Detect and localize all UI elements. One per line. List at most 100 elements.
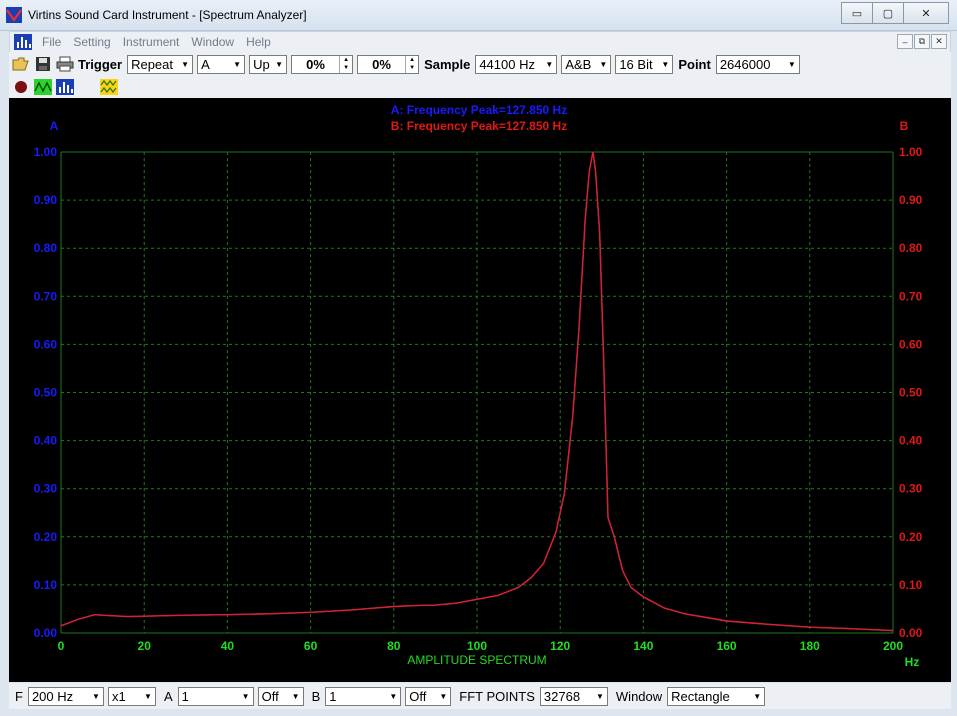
channel-b-offset-select[interactable]: Off ▼ — [405, 686, 452, 706]
window-function-select[interactable]: Rectangle ▼ — [667, 686, 766, 706]
spectrum-chart: 0 20 40 60 80 100 120 140 160 180 2000.00 0.000.10 0… — [34, 103, 923, 669]
series-line-b — [60, 151, 894, 632]
channel-a-offset-select[interactable]: Off ▼ — [257, 686, 304, 706]
trigger-edge-select[interactable]: Up ▼ — [249, 54, 288, 74]
y-tick-label-left: 0.50 — [34, 386, 58, 400]
y-tick-label-left: 0.90 — [34, 193, 58, 207]
left-axis-label: A — [50, 119, 59, 133]
window-function-value: Rectangle — [671, 688, 730, 704]
channel-a-scale-value: 1 — [181, 688, 189, 704]
trigger-channel-value: A — [201, 56, 210, 72]
fft-points-label: FFT POINTS — [459, 688, 535, 704]
y-tick-label-right: 0.60 — [899, 337, 923, 351]
x-tick-label: 180 — [800, 639, 820, 653]
mdi-minimize-button[interactable]: – — [897, 34, 913, 49]
record-button[interactable] — [11, 77, 31, 97]
x-tick-label: 200 — [883, 639, 903, 653]
trigger-delay-spinner[interactable]: 0% ▲ ▼ — [357, 54, 420, 74]
chevron-down-icon: ▼ — [181, 59, 190, 69]
spectrum-display[interactable]: 0 20 40 60 80 100 120 140 160 180 200 0.00 0.00 0.10 0… — [9, 98, 951, 682]
spectrum-analyzer-button[interactable] — [55, 77, 75, 97]
y-tick-label-right: 0.40 — [899, 434, 923, 448]
zoom-value: x1 — [111, 688, 126, 704]
menu-help[interactable]: Help — [240, 35, 277, 49]
frequency-range-select[interactable]: 200 Hz ▼ — [27, 686, 104, 706]
trigger-label: Trigger — [78, 56, 123, 72]
trigger-level-spinner[interactable]: 0% ▲ ▼ — [291, 54, 354, 74]
chevron-down-icon: ▼ — [143, 691, 152, 701]
chevron-down-icon: ▼ — [595, 691, 604, 701]
mdi-restore-button[interactable]: ⧉ — [914, 34, 930, 49]
oscilloscope-icon — [34, 79, 52, 95]
maximize-icon: ▢ — [882, 7, 894, 20]
annotation-peak-a: A: Frequency Peak=127.850 Hz — [391, 103, 567, 117]
channel-a-scale-select[interactable]: 1 ▼ — [177, 686, 254, 706]
menu-bar: File Setting Instrument Window Help – ⧉ … — [9, 31, 951, 53]
chevron-down-icon: ▼ — [661, 59, 670, 69]
y-tick-label-right: 0.90 — [899, 193, 923, 207]
trigger-mode-select[interactable]: Repeat ▼ — [127, 54, 194, 74]
spinner-arrows-icon[interactable]: ▲ ▼ — [405, 55, 418, 73]
signal-generator-icon — [100, 79, 118, 95]
fft-points-value: 32768 — [543, 688, 581, 704]
fft-points-select[interactable]: 32768 ▼ — [539, 686, 608, 706]
channel-b-offset-value: Off — [409, 688, 427, 704]
print-button[interactable] — [55, 54, 75, 74]
title-bar: Virtins Sound Card Instrument - [Spectru… — [0, 0, 957, 31]
channel-b-scale-value: 1 — [329, 688, 337, 704]
bottom-control-bar: F 200 Hz ▼ x1 ▼ A 1 ▼ Off ▼ B 1 ▼ Off ▼ FFT PO… — [9, 683, 951, 709]
chevron-down-icon: ▼ — [275, 59, 284, 69]
chevron-down-icon: ▼ — [753, 691, 762, 701]
bit-depth-select[interactable]: 16 Bit ▼ — [615, 54, 674, 74]
x-tick-label: 140 — [633, 639, 653, 653]
sample-rate-select[interactable]: 44100 Hz ▼ — [475, 54, 558, 74]
chevron-down-icon: ▼ — [291, 691, 300, 701]
menu-instrument[interactable]: Instrument — [117, 35, 186, 49]
channel-select[interactable]: A&B ▼ — [561, 54, 612, 74]
menu-window[interactable]: Window — [185, 35, 240, 49]
channel-value: A&B — [565, 56, 592, 72]
y-tick-label-right: 1.00 — [899, 145, 923, 159]
y-tick-label-left: 1.00 — [34, 145, 58, 159]
window-title: Virtins Sound Card Instrument - [Spectru… — [28, 8, 307, 22]
mdi-close-button[interactable]: ✕ — [931, 34, 947, 49]
maximize-button[interactable]: ▢ — [872, 2, 904, 24]
app-logo-icon — [6, 7, 22, 23]
y-tick-label-right: 0.80 — [899, 241, 923, 255]
y-tick-label-right: 0.00 — [899, 626, 923, 640]
chevron-down-icon: ▼ — [389, 691, 398, 701]
point-select[interactable]: 2646000 ▼ — [715, 54, 800, 74]
mdi-restore-icon: ⧉ — [918, 36, 926, 46]
menu-file[interactable]: File — [36, 35, 67, 49]
save-button[interactable] — [33, 54, 53, 74]
y-tick-label-right: 0.70 — [899, 289, 923, 303]
spectrum-doc-icon[interactable] — [14, 34, 32, 50]
x-tick-label: 80 — [387, 639, 401, 653]
y-tick-label-right: 0.20 — [899, 530, 923, 544]
spinner-arrows-icon[interactable]: ▲ ▼ — [339, 55, 352, 73]
x-tick-label: 20 — [138, 639, 152, 653]
minimize-icon: ▭ — [851, 7, 863, 20]
series-line-a — [60, 151, 894, 632]
zoom-select[interactable]: x1 ▼ — [107, 686, 156, 706]
x-tick-label: 120 — [550, 639, 570, 653]
chevron-down-icon: ▼ — [599, 59, 608, 69]
chevron-down-icon: ▼ — [545, 59, 554, 69]
close-button[interactable]: ✕ — [903, 2, 949, 24]
signal-generator-button[interactable] — [99, 77, 119, 97]
open-button[interactable] — [11, 54, 31, 74]
x-unit-label: Hz — [905, 655, 920, 669]
y-tick-label-right: 0.30 — [899, 482, 923, 496]
channel-b-scale-select[interactable]: 1 ▼ — [325, 686, 402, 706]
minimize-button[interactable]: ▭ — [841, 2, 873, 24]
y-tick-label-left: 0.10 — [34, 578, 58, 592]
trigger-channel-select[interactable]: A ▼ — [197, 54, 246, 74]
y-tick-label-left: 0.60 — [34, 337, 58, 351]
menu-setting[interactable]: Setting — [67, 35, 116, 49]
mdi-close-icon: ✕ — [935, 36, 943, 46]
x-tick-label: 0 — [58, 639, 65, 653]
oscilloscope-button[interactable] — [33, 77, 53, 97]
trigger-delay-value: 0% — [372, 56, 391, 72]
y-tick-label-left: 0.20 — [34, 530, 58, 544]
trigger-mode-value: Repeat — [131, 56, 173, 72]
